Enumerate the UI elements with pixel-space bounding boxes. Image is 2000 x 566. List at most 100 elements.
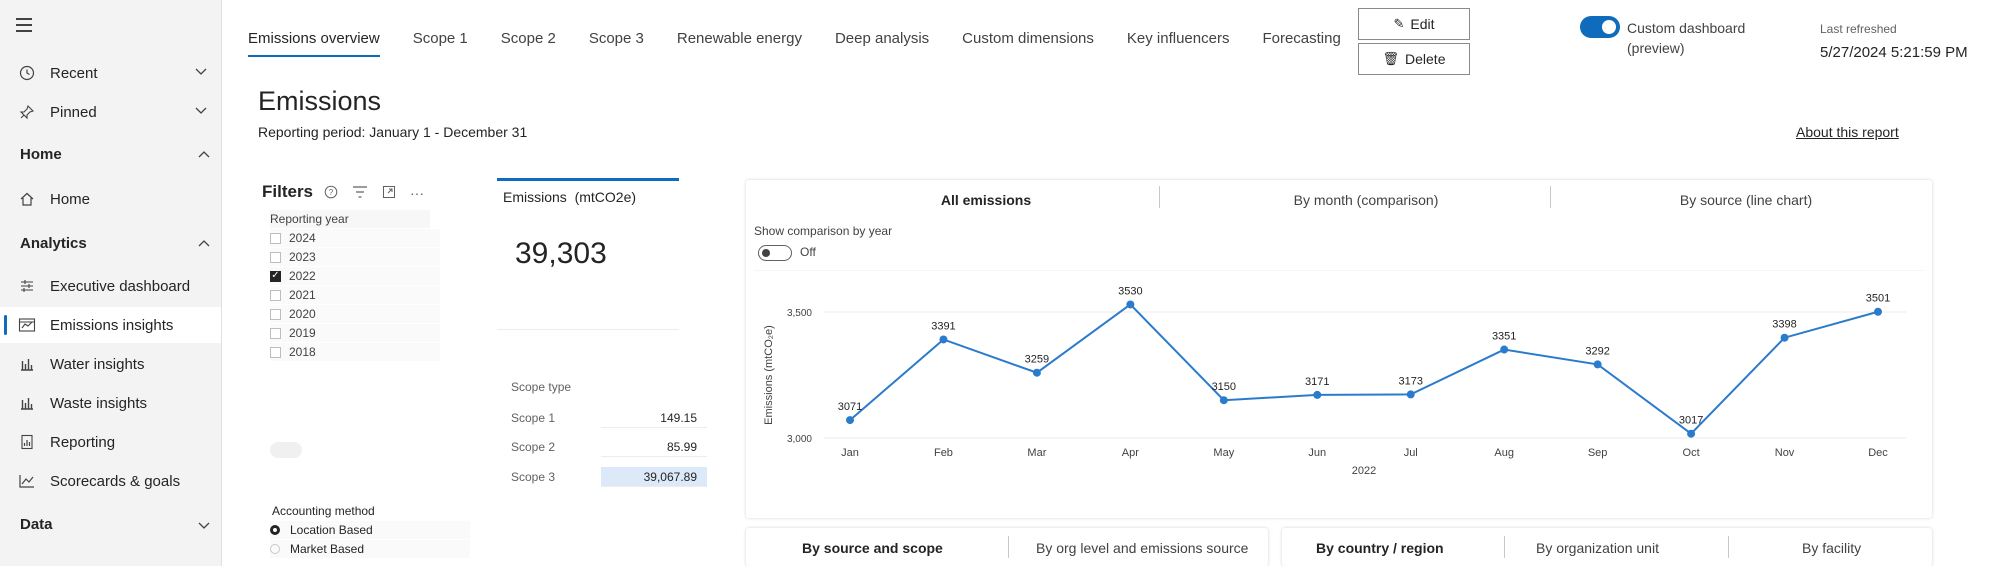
comparison-toggle[interactable] bbox=[758, 245, 792, 261]
accounting-option-market-based[interactable]: Market Based bbox=[270, 540, 470, 558]
radio-label: Location Based bbox=[290, 523, 373, 537]
bar-chart-icon bbox=[16, 356, 38, 372]
divider bbox=[497, 329, 679, 330]
sidebar-group-label: Analytics bbox=[20, 235, 87, 252]
comparison-label: Show comparison by year bbox=[754, 224, 893, 238]
scope-value: 39,067.89 bbox=[601, 467, 707, 487]
tab-by-organization-unit[interactable]: By organization unit bbox=[1536, 540, 1659, 556]
scope-row-2[interactable]: Scope 2 85.99 bbox=[511, 437, 707, 457]
year-option-2021[interactable]: 2021 bbox=[270, 286, 440, 304]
x-tick-label-jan: Jan bbox=[841, 447, 859, 459]
delete-button[interactable]: 🗑 Delete bbox=[1358, 43, 1470, 75]
checkbox[interactable] bbox=[270, 251, 281, 263]
data-label-jul: 3173 bbox=[1398, 375, 1422, 387]
tab-scope-3[interactable]: Scope 3 bbox=[589, 30, 644, 57]
bar-chart-icon bbox=[16, 395, 38, 411]
tab-by-org-level[interactable]: By org level and emissions source bbox=[1036, 540, 1248, 556]
sidebar-group-label: Home bbox=[20, 146, 62, 163]
tab-forecasting[interactable]: Forecasting bbox=[1262, 30, 1340, 57]
sidebar-group-analytics[interactable]: Analytics bbox=[20, 235, 210, 252]
checkbox[interactable] bbox=[270, 327, 281, 339]
last-refreshed-value: 5/27/2024 5:21:59 PM bbox=[1820, 44, 1968, 61]
trash-icon: 🗑 bbox=[1382, 51, 1400, 66]
data-point-mar bbox=[1032, 368, 1041, 377]
hamburger-menu-icon[interactable] bbox=[16, 18, 36, 34]
focus-mode-icon[interactable] bbox=[382, 185, 396, 202]
sidebar-item-label: Home bbox=[50, 190, 91, 208]
scope-row-1[interactable]: Scope 1 149.15 bbox=[511, 408, 707, 428]
tab-custom-dimensions[interactable]: Custom dimensions bbox=[962, 30, 1094, 57]
tab-deep-analysis[interactable]: Deep analysis bbox=[835, 30, 929, 57]
page-title: Emissions bbox=[258, 86, 382, 116]
chart-tab-all-emissions[interactable]: All emissions bbox=[886, 192, 1086, 208]
data-label-jun: 3171 bbox=[1305, 376, 1329, 388]
year-option-2024[interactable]: 2024 bbox=[270, 229, 440, 247]
sidebar-group-data[interactable]: Data bbox=[20, 516, 210, 533]
checkbox-checked[interactable]: ✓ bbox=[270, 270, 281, 282]
radio[interactable] bbox=[270, 544, 280, 554]
sidebar-item-waste-insights[interactable]: Waste insights bbox=[0, 385, 221, 421]
sidebar-item-recent[interactable]: Recent bbox=[0, 55, 221, 91]
year-option-2023[interactable]: 2023 bbox=[270, 248, 440, 266]
x-tick-label-dec: Dec bbox=[1868, 447, 1888, 459]
tab-renewable-energy[interactable]: Renewable energy bbox=[677, 30, 802, 57]
tab-by-country-region[interactable]: By country / region bbox=[1316, 540, 1444, 556]
tab-by-source-and-scope[interactable]: By source and scope bbox=[802, 540, 943, 556]
data-label-apr: 3530 bbox=[1118, 285, 1142, 297]
sidebar-item-executive-dashboard[interactable]: Executive dashboard bbox=[0, 268, 221, 304]
accounting-option-location-based[interactable]: Location Based bbox=[270, 521, 470, 539]
year-option-2018[interactable]: 2018 bbox=[270, 343, 440, 361]
tab-emissions-overview[interactable]: Emissions overview bbox=[248, 30, 380, 57]
sidebar-item-label: Reporting bbox=[50, 433, 116, 451]
data-point-jul bbox=[1406, 390, 1415, 399]
data-label-jan: 3071 bbox=[838, 401, 862, 413]
tab-scope-2[interactable]: Scope 2 bbox=[501, 30, 556, 57]
scope-type-label: Scope type bbox=[511, 380, 572, 394]
data-point-dec bbox=[1874, 307, 1882, 316]
chart-tab-by-source[interactable]: By source (line chart) bbox=[1616, 192, 1876, 208]
custom-dashboard-label-line1: Custom dashboard bbox=[1627, 20, 1746, 36]
data-label-aug: 3351 bbox=[1492, 331, 1516, 343]
custom-dashboard-toggle[interactable] bbox=[1580, 16, 1620, 38]
tab-scope-1[interactable]: Scope 1 bbox=[413, 30, 468, 57]
year-option-2022[interactable]: ✓ 2022 bbox=[270, 267, 440, 285]
checkbox[interactable] bbox=[270, 308, 281, 320]
sidebar-item-reporting[interactable]: Reporting bbox=[0, 424, 221, 460]
data-point-jan bbox=[846, 416, 854, 425]
data-label-dec: 3501 bbox=[1866, 293, 1890, 305]
checkbox[interactable] bbox=[270, 289, 281, 301]
main-content: Emissions overview Scope 1 Scope 2 Scope… bbox=[222, 0, 2000, 566]
report-tabs: Emissions overview Scope 1 Scope 2 Scope… bbox=[248, 30, 1374, 57]
scope-row-3[interactable]: Scope 3 39,067.89 bbox=[511, 467, 707, 487]
tab-divider bbox=[1550, 186, 1551, 208]
sidebar-item-home[interactable]: Home bbox=[0, 181, 221, 217]
tab-divider bbox=[1008, 536, 1009, 558]
year-option-2019[interactable]: 2019 bbox=[270, 324, 440, 342]
sidebar-item-emissions-insights[interactable]: Emissions insights bbox=[0, 307, 221, 343]
tab-by-facility[interactable]: By facility bbox=[1802, 540, 1861, 556]
chevron-down-icon bbox=[195, 107, 207, 114]
chart-tab-by-month[interactable]: By month (comparison) bbox=[1236, 192, 1496, 208]
data-label-feb: 3391 bbox=[931, 320, 955, 332]
sidebar-group-label: Data bbox=[20, 516, 53, 533]
sidebar-item-scorecards-goals[interactable]: Scorecards & goals bbox=[0, 463, 221, 499]
checkbox[interactable] bbox=[270, 232, 281, 244]
x-tick-label-may: May bbox=[1213, 447, 1234, 459]
sidebar-group-home[interactable]: Home bbox=[20, 146, 210, 163]
help-icon[interactable]: ? bbox=[324, 185, 338, 202]
tab-key-influencers[interactable]: Key influencers bbox=[1127, 30, 1230, 57]
year-option-2020[interactable]: 2020 bbox=[270, 305, 440, 323]
x-tick-label-jun: Jun bbox=[1308, 447, 1326, 459]
sidebar-item-label: Emissions insights bbox=[50, 316, 174, 334]
more-options-icon[interactable]: ··· bbox=[410, 185, 424, 202]
chart-tabs: All emissions By month (comparison) By s… bbox=[746, 180, 1932, 220]
sidebar-item-water-insights[interactable]: Water insights bbox=[0, 346, 221, 382]
chevron-down-icon bbox=[198, 522, 210, 529]
radio-selected[interactable] bbox=[270, 525, 280, 535]
about-report-link[interactable]: About this report bbox=[1796, 124, 1899, 140]
edit-button[interactable]: ✎ Edit bbox=[1358, 8, 1470, 40]
dashboard-icon bbox=[16, 278, 38, 294]
checkbox[interactable] bbox=[270, 346, 281, 358]
sidebar-item-pinned[interactable]: Pinned bbox=[0, 94, 221, 130]
filter-icon[interactable] bbox=[352, 185, 368, 202]
